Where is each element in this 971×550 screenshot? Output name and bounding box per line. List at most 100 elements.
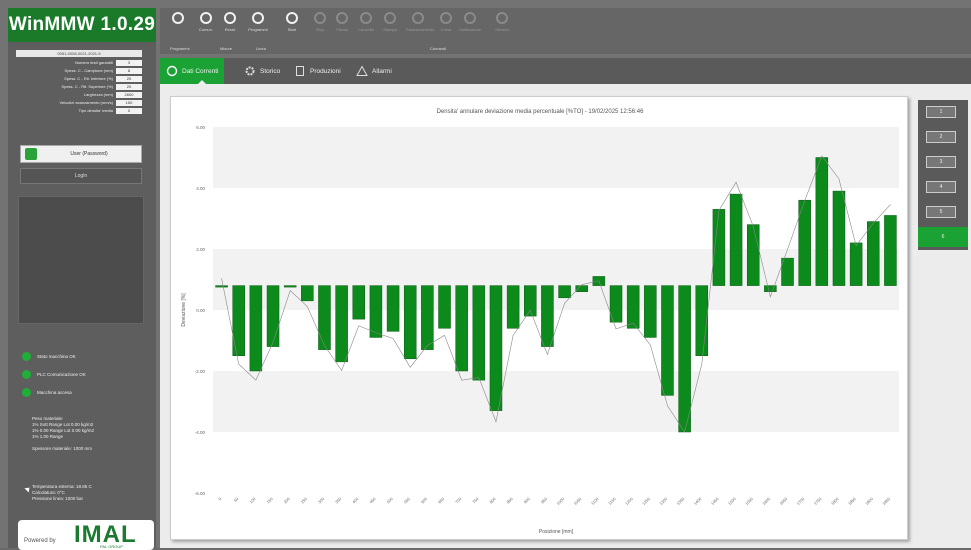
toolbar-button-stampa[interactable]: Stampa (378, 12, 402, 40)
chart-bar (472, 285, 486, 381)
x-tick-label: 300 (317, 496, 326, 505)
parameter-value[interactable]: 2600 (116, 91, 142, 98)
chart-bar (541, 285, 554, 347)
chart-bar (266, 285, 280, 347)
parameter-row: Larghezza (mm) 2600 (16, 91, 142, 98)
chart-title: Densita' annulare deviazione media perce… (437, 109, 645, 115)
sensor-icon (496, 12, 508, 24)
stop-icon (314, 12, 326, 24)
y-axis-label: Deviazione [%] (181, 293, 187, 327)
toolbar-button-reset[interactable]: Reset (218, 12, 242, 40)
chart-bar (318, 285, 331, 350)
series-button[interactable]: 2 (926, 131, 956, 143)
toolbar-button-cancella[interactable]: Cancella (354, 12, 378, 40)
x-tick-label: 1100 (590, 496, 600, 506)
tab-label: Storico (260, 67, 281, 75)
chart-panel: Densita' annulare deviazione media perce… (170, 96, 908, 540)
logo-sub: PAL GROUP (100, 544, 123, 549)
series-button[interactable]: 6 (918, 227, 968, 247)
y-tick-label: -4.00 (195, 430, 206, 435)
x-tick-label: 350 (334, 496, 343, 505)
circle-icon (440, 12, 452, 24)
parameter-label: Spess. C - Rit. Inferiore (%) (64, 76, 113, 81)
user-button[interactable]: User (Password) (20, 145, 142, 163)
toolbar-button-corsa[interactable]: Corsa (434, 12, 458, 40)
tab-dati-correnti[interactable]: Dati Correnti (160, 58, 225, 84)
reset-icon (224, 12, 236, 24)
tab-allarmi[interactable]: Allarmi (350, 58, 398, 84)
chart-bar (695, 285, 709, 357)
toolbar-button-comun[interactable]: Comun. (194, 12, 218, 40)
toolbar-button-stop[interactable]: Stop (308, 12, 332, 40)
toolbar-group-label: Programmi (170, 46, 190, 51)
parameter-label: Spess. C - Campione (mm) (64, 68, 113, 73)
status-text: Stato macchina OK (37, 353, 76, 359)
grid-band (213, 371, 899, 432)
parameter-value[interactable]: 8 (116, 67, 142, 74)
x-axis-label: Posizione [mm] (539, 529, 574, 535)
x-tick-label: 1450 (710, 496, 720, 506)
toolbar-group-label: Linea (256, 46, 266, 51)
material-info: Peso materiale: 1% Sott Range Lot 0.00 k… (32, 416, 152, 452)
grid-band (213, 127, 899, 188)
parameter-value[interactable]: 20 (116, 83, 142, 90)
toolbar-button-pausa[interactable]: Pausa (330, 12, 354, 40)
toolbar-button-start[interactable]: Start (280, 12, 304, 40)
toolbar-button-label: Stampa (383, 27, 397, 32)
x-tick-label: 100 (248, 496, 257, 505)
x-tick-label: 1900 (864, 496, 874, 506)
parameter-row: Velocita' avanzamento (mm/s) 150 (16, 99, 142, 106)
chart-bar (421, 285, 434, 350)
company-logo: Powered by IMAL PAL GROUP (18, 520, 154, 550)
toolbar-button-label: Calibrazione (458, 27, 482, 32)
tab-produzioni[interactable]: Produzioni (288, 58, 347, 84)
chart-bar (781, 257, 794, 286)
parameter-value[interactable]: 3 (116, 59, 142, 66)
cursor-icon (24, 485, 32, 493)
parameter-row: Numero testi garantiti 3 (16, 59, 142, 66)
x-tick-label: 1650 (778, 496, 788, 506)
toolbar-button-programmi[interactable]: Programmi (246, 12, 270, 40)
parameter-value[interactable]: 0 (116, 107, 142, 114)
y-tick-label: -6.00 (195, 491, 206, 496)
toolbar-button-sensori[interactable]: Sensori (490, 12, 514, 40)
y-tick-label: 0.00 (196, 308, 205, 313)
chart-bar (335, 285, 348, 363)
machine-info: Temperatura esterna: 18.85 C Calcolatura… (32, 484, 152, 502)
series-button[interactable]: 4 (926, 181, 956, 193)
series-selector: 1 2 3 4 5 6 (918, 100, 968, 250)
toolbar-button-label: Cancella (358, 27, 374, 32)
toolbar-button-posizionamento[interactable]: Posizionamento (406, 12, 434, 40)
parameter-label: Larghezza (mm) (83, 92, 113, 97)
chart-bar (301, 285, 314, 302)
x-tick-label: 650 (437, 496, 446, 505)
chart-bar (386, 285, 400, 332)
parameter-label: Velocita' avanzamento (mm/s) (59, 100, 113, 105)
toolbar-button-label: Comun. (198, 27, 213, 32)
toolbar-button-close[interactable] (166, 12, 190, 40)
tabs-bar: Dati Correnti Storico Produzioni Allarmi (160, 58, 971, 84)
x-tick-label: 400 (351, 496, 360, 505)
tab-storico[interactable]: Storico (238, 58, 286, 84)
parameter-value[interactable]: 150 (116, 99, 142, 106)
series-button[interactable]: 5 (926, 206, 956, 218)
x-tick-label: 550 (403, 496, 412, 505)
tab-label: Dati Correnti (182, 67, 219, 75)
info-line: Pressione linea: 1000 bar (32, 496, 84, 501)
chart-bar (369, 285, 383, 338)
warning-icon (356, 65, 368, 76)
chart-bar (232, 285, 245, 357)
pause-icon (336, 12, 348, 24)
x-icon (172, 12, 184, 24)
status-indicator-icon (22, 369, 31, 379)
series-button[interactable]: 1 (926, 106, 956, 118)
series-button[interactable]: 3 (926, 156, 956, 168)
login-button[interactable]: Login (20, 168, 142, 184)
y-tick-label: 2.00 (196, 247, 205, 252)
x-tick-label: 700 (454, 496, 463, 505)
parameter-value[interactable]: 20 (116, 75, 142, 82)
status-item: Stato macchina OK (22, 350, 148, 362)
toolbar-button-calibrazione[interactable]: Calibrazione (458, 12, 482, 40)
parameter-row: Tipo densita' media 0 (16, 107, 142, 114)
x-tick-label: 50 (233, 496, 240, 503)
